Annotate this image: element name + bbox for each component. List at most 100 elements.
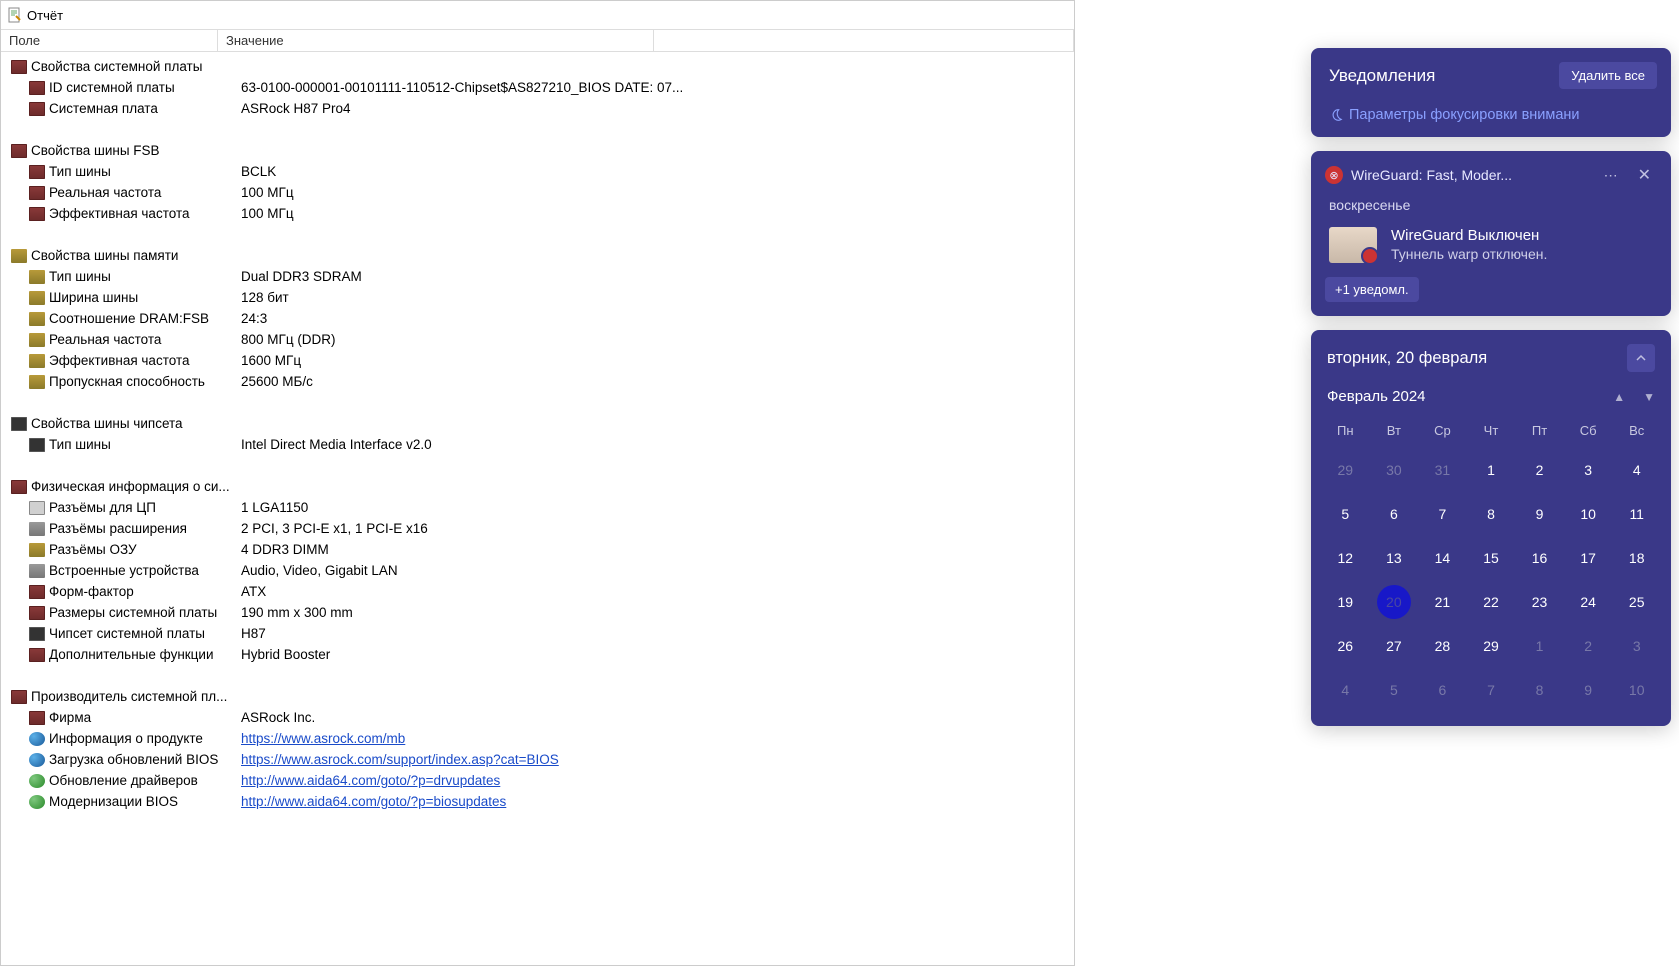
calendar-day[interactable]: 14 xyxy=(1418,536,1467,580)
col-extra[interactable] xyxy=(654,30,1074,51)
report-item[interactable]: Ширина шины128 бит xyxy=(1,287,1074,308)
mem-icon xyxy=(29,291,45,305)
calendar-day[interactable]: 5 xyxy=(1321,492,1370,536)
report-item[interactable]: Пропускная способность25600 МБ/с xyxy=(1,371,1074,392)
calendar-day[interactable]: 26 xyxy=(1321,624,1370,668)
calendar-day[interactable]: 23 xyxy=(1515,580,1564,624)
calendar-day[interactable]: 25 xyxy=(1612,580,1661,624)
report-item[interactable]: Информация о продуктеhttps://www.asrock.… xyxy=(1,728,1074,749)
more-notifications-button[interactable]: +1 уведомл. xyxy=(1325,277,1419,302)
link[interactable]: http://www.aida64.com/goto/?p=biosupdate… xyxy=(241,794,506,809)
report-item[interactable]: Реальная частота100 МГц xyxy=(1,182,1074,203)
report-group[interactable]: Свойства системной платы xyxy=(1,56,1074,77)
calendar-day[interactable]: 7 xyxy=(1467,668,1516,712)
calendar-day[interactable]: 10 xyxy=(1564,492,1613,536)
col-value[interactable]: Значение xyxy=(218,30,654,51)
calendar-day[interactable]: 8 xyxy=(1515,668,1564,712)
report-group[interactable]: Свойства шины чипсета xyxy=(1,413,1074,434)
row-value: 25600 МБ/с xyxy=(241,374,1074,389)
calendar-day[interactable]: 18 xyxy=(1612,536,1661,580)
calendar-day[interactable]: 29 xyxy=(1321,448,1370,492)
calendar-day[interactable]: 19 xyxy=(1321,580,1370,624)
calendar-day[interactable]: 6 xyxy=(1418,668,1467,712)
calendar-day[interactable]: 16 xyxy=(1515,536,1564,580)
report-item[interactable]: Тип шиныBCLK xyxy=(1,161,1074,182)
row-value: ASRock H87 Pro4 xyxy=(241,101,1074,116)
calendar-day[interactable]: 15 xyxy=(1467,536,1516,580)
notification-close-button[interactable]: ✕ xyxy=(1632,163,1657,187)
calendar-day[interactable]: 22 xyxy=(1467,580,1516,624)
calendar-day[interactable]: 2 xyxy=(1515,448,1564,492)
report-item[interactable]: Дополнительные функцииHybrid Booster xyxy=(1,644,1074,665)
calendar-day[interactable]: 24 xyxy=(1564,580,1613,624)
calendar-day[interactable]: 1 xyxy=(1515,624,1564,668)
calendar-day[interactable]: 29 xyxy=(1467,624,1516,668)
calendar-day[interactable]: 11 xyxy=(1612,492,1661,536)
report-item[interactable]: Загрузка обновлений BIOShttps://www.asro… xyxy=(1,749,1074,770)
calendar-day[interactable]: 5 xyxy=(1370,668,1419,712)
report-item[interactable]: ID системной платы63-0100-000001-0010111… xyxy=(1,77,1074,98)
link[interactable]: http://www.aida64.com/goto/?p=drvupdates xyxy=(241,773,500,788)
calendar-day[interactable]: 27 xyxy=(1370,624,1419,668)
report-icon xyxy=(7,7,23,23)
row-value[interactable]: http://www.aida64.com/goto/?p=drvupdates xyxy=(241,773,1074,788)
report-item[interactable]: Реальная частота800 МГц (DDR) xyxy=(1,329,1074,350)
report-item[interactable]: Эффективная частота100 МГц xyxy=(1,203,1074,224)
report-item[interactable]: Системная платаASRock H87 Pro4 xyxy=(1,98,1074,119)
calendar-day[interactable]: 12 xyxy=(1321,536,1370,580)
calendar-day[interactable]: 13 xyxy=(1370,536,1419,580)
calendar-day[interactable]: 20 xyxy=(1370,580,1419,624)
report-item[interactable]: Размеры системной платы190 mm x 300 mm xyxy=(1,602,1074,623)
report-group[interactable]: Производитель системной пл... xyxy=(1,686,1074,707)
calendar-collapse-button[interactable] xyxy=(1627,344,1655,372)
calendar-day[interactable]: 8 xyxy=(1467,492,1516,536)
row-value[interactable]: http://www.aida64.com/goto/?p=biosupdate… xyxy=(241,794,1074,809)
calendar-day[interactable]: 3 xyxy=(1564,448,1613,492)
calendar-day[interactable]: 9 xyxy=(1564,668,1613,712)
row-value[interactable]: https://www.asrock.com/support/index.asp… xyxy=(241,752,1074,767)
link[interactable]: https://www.asrock.com/mb xyxy=(241,731,405,746)
row-value[interactable]: https://www.asrock.com/mb xyxy=(241,731,1074,746)
report-item[interactable]: Форм-факторATX xyxy=(1,581,1074,602)
notification-menu-button[interactable]: ⋯ xyxy=(1598,165,1624,186)
focus-settings-link[interactable]: Параметры фокусировки внимани xyxy=(1311,99,1671,137)
report-item[interactable]: Чипсет системной платыH87 xyxy=(1,623,1074,644)
report-item[interactable]: Разъёмы для ЦП1 LGA1150 xyxy=(1,497,1074,518)
calendar-day[interactable]: 6 xyxy=(1370,492,1419,536)
calendar-day[interactable]: 21 xyxy=(1418,580,1467,624)
report-group[interactable]: Свойства шины FSB xyxy=(1,140,1074,161)
calendar-day[interactable]: 3 xyxy=(1612,624,1661,668)
report-item[interactable]: Тип шиныDual DDR3 SDRAM xyxy=(1,266,1074,287)
report-item[interactable]: Разъёмы расширения2 PCI, 3 PCI-E x1, 1 P… xyxy=(1,518,1074,539)
calendar-day[interactable]: 9 xyxy=(1515,492,1564,536)
report-group[interactable]: Свойства шины памяти xyxy=(1,245,1074,266)
calendar-month[interactable]: Февраль 2024 xyxy=(1327,388,1426,405)
report-group[interactable]: Физическая информация о си... xyxy=(1,476,1074,497)
calendar-day[interactable]: 28 xyxy=(1418,624,1467,668)
calendar-day[interactable]: 4 xyxy=(1321,668,1370,712)
clear-all-button[interactable]: Удалить все xyxy=(1559,62,1657,89)
report-item[interactable]: Соотношение DRAM:FSB24:3 xyxy=(1,308,1074,329)
calendar-prev-button[interactable]: ▲ xyxy=(1613,390,1625,404)
link[interactable]: https://www.asrock.com/support/index.asp… xyxy=(241,752,559,767)
calendar-day[interactable]: 4 xyxy=(1612,448,1661,492)
calendar-day[interactable]: 31 xyxy=(1418,448,1467,492)
calendar-day[interactable]: 17 xyxy=(1564,536,1613,580)
calendar-next-button[interactable]: ▼ xyxy=(1643,390,1655,404)
report-item[interactable]: Обновление драйверовhttp://www.aida64.co… xyxy=(1,770,1074,791)
calendar-day[interactable]: 7 xyxy=(1418,492,1467,536)
titlebar[interactable]: Отчёт xyxy=(1,1,1074,29)
report-item[interactable]: Модернизации BIOShttp://www.aida64.com/g… xyxy=(1,791,1074,812)
calendar-day[interactable]: 2 xyxy=(1564,624,1613,668)
col-field[interactable]: Поле xyxy=(1,30,218,51)
report-item[interactable]: Эффективная частота1600 МГц xyxy=(1,350,1074,371)
calendar-day[interactable]: 10 xyxy=(1612,668,1661,712)
report-item[interactable]: Встроенные устройстваAudio, Video, Gigab… xyxy=(1,560,1074,581)
report-item[interactable]: Тип шиныIntel Direct Media Interface v2.… xyxy=(1,434,1074,455)
report-item[interactable]: Разъёмы ОЗУ4 DDR3 DIMM xyxy=(1,539,1074,560)
notification-card[interactable]: ⊗ WireGuard: Fast, Moder... ⋯ ✕ воскресе… xyxy=(1311,151,1671,316)
report-item[interactable]: ФирмаASRock Inc. xyxy=(1,707,1074,728)
board-icon xyxy=(29,207,45,221)
calendar-day[interactable]: 1 xyxy=(1467,448,1516,492)
calendar-day[interactable]: 30 xyxy=(1370,448,1419,492)
